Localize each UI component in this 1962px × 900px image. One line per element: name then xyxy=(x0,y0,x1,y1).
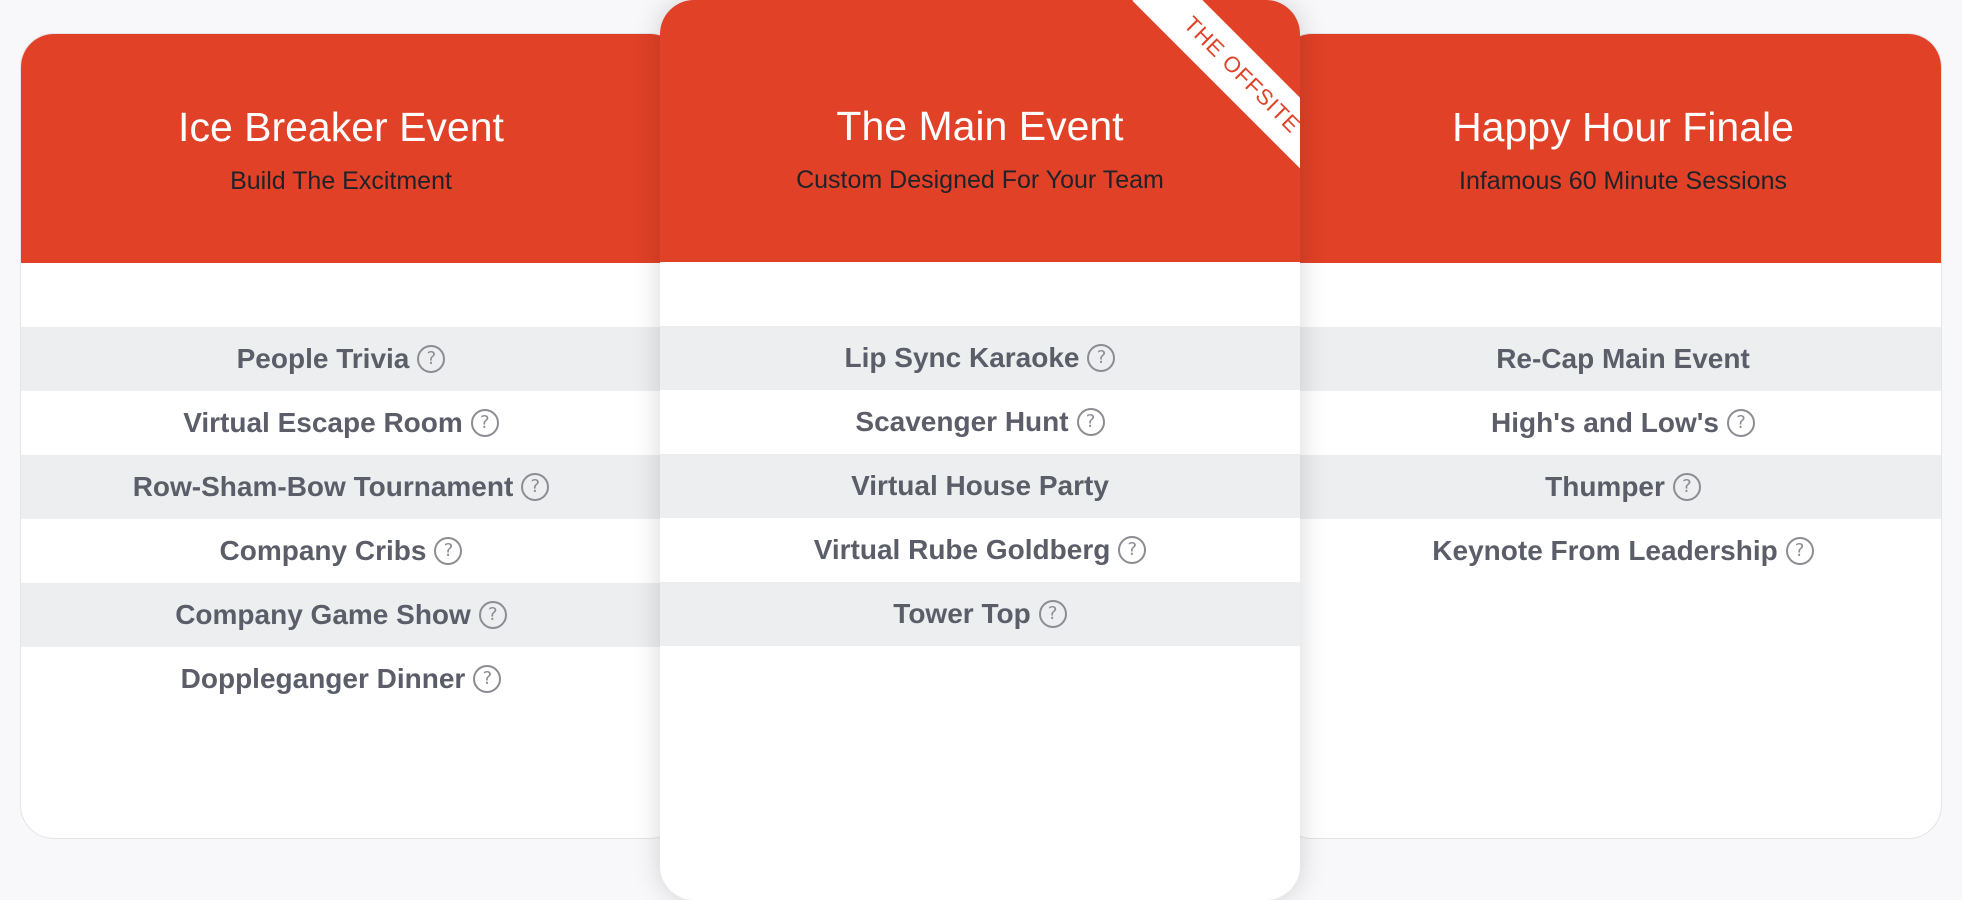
feature-item: Row-Sham-Bow Tournament? xyxy=(21,455,683,519)
card-subtitle: Build The Excitment xyxy=(230,167,452,195)
help-icon[interactable]: ? xyxy=(434,537,463,565)
help-icon[interactable]: ? xyxy=(521,473,550,501)
feature-item: Company Cribs? xyxy=(21,519,661,583)
feature-list: Lip Sync Karaoke? Scavenger Hunt? Virtual … xyxy=(660,326,1300,646)
feature-item: High's and Low's? xyxy=(1303,391,1941,455)
card-title: Happy Hour Finale xyxy=(1452,104,1794,150)
card-title: The Main Event xyxy=(836,103,1124,149)
help-icon[interactable]: ? xyxy=(478,601,507,629)
feature-item: Scavenger Hunt? xyxy=(660,390,1300,454)
help-icon[interactable]: ? xyxy=(1785,537,1814,565)
feature-item: Virtual House Party xyxy=(660,454,1300,518)
feature-list: People Trivia? Virtual Escape Room? Row-Sh… xyxy=(21,327,683,711)
feature-label: Virtual Escape Room xyxy=(183,407,463,438)
feature-label: High's and Low's xyxy=(1491,407,1719,438)
feature-item: People Trivia? xyxy=(21,327,683,391)
feature-label: Thumper xyxy=(1545,471,1665,502)
pricing-card-ice-breaker: Ice Breaker Event Build The Excitment Pe… xyxy=(20,33,684,839)
feature-item: Re-Cap Main Event xyxy=(1279,327,1941,391)
feature-list: Re-Cap Main Event High's and Low's? Thumpe… xyxy=(1279,327,1941,583)
card-subtitle: Infamous 60 Minute Sessions xyxy=(1459,167,1787,195)
feature-item: Tower Top? xyxy=(660,582,1300,646)
help-icon[interactable]: ? xyxy=(1087,344,1116,372)
feature-label: Company Cribs xyxy=(219,535,427,566)
feature-item: Keynote From Leadership? xyxy=(1303,519,1941,583)
feature-item: Virtual Escape Room? xyxy=(21,391,661,455)
feature-label: Scavenger Hunt xyxy=(855,406,1069,437)
feature-label: Tower Top xyxy=(893,598,1031,629)
help-icon[interactable]: ? xyxy=(1076,408,1105,436)
feature-item: Doppleganger Dinner? xyxy=(21,647,661,711)
feature-label: Lip Sync Karaoke xyxy=(844,342,1080,373)
feature-item: Thumper? xyxy=(1279,455,1941,519)
card-title: Ice Breaker Event xyxy=(178,104,504,150)
help-icon[interactable]: ? xyxy=(470,409,499,437)
help-icon[interactable]: ? xyxy=(417,345,446,373)
help-icon[interactable]: ? xyxy=(1727,409,1755,437)
pricing-card-happy-hour: Happy Hour Finale Infamous 60 Minute Ses… xyxy=(1278,33,1942,839)
feature-label: Keynote From Leadership xyxy=(1432,535,1778,566)
help-icon[interactable]: ? xyxy=(1118,536,1147,564)
pricing-card-main-event: THE OFFSITE The Main Event Custom Design… xyxy=(660,0,1300,900)
help-icon[interactable]: ? xyxy=(1672,473,1701,501)
feature-label: Company Game Show xyxy=(175,599,471,630)
feature-item: Virtual Rube Goldberg? xyxy=(660,518,1300,582)
card-subtitle: Custom Designed For Your Team xyxy=(796,166,1164,194)
feature-label: Virtual House Party xyxy=(851,470,1109,501)
help-icon[interactable]: ? xyxy=(473,665,502,693)
feature-label: People Trivia xyxy=(236,343,410,374)
help-icon[interactable]: ? xyxy=(1038,600,1067,628)
card-header: Happy Hour Finale Infamous 60 Minute Ses… xyxy=(1279,34,1941,263)
card-header: Ice Breaker Event Build The Excitment xyxy=(21,34,683,263)
feature-label: Row-Sham-Bow Tournament xyxy=(132,471,514,502)
feature-label: Doppleganger Dinner xyxy=(180,663,466,694)
feature-item: Lip Sync Karaoke? xyxy=(660,326,1300,390)
feature-label: Re-Cap Main Event xyxy=(1496,343,1750,374)
feature-label: Virtual Rube Goldberg xyxy=(813,534,1111,565)
feature-item: Company Game Show? xyxy=(21,583,683,647)
